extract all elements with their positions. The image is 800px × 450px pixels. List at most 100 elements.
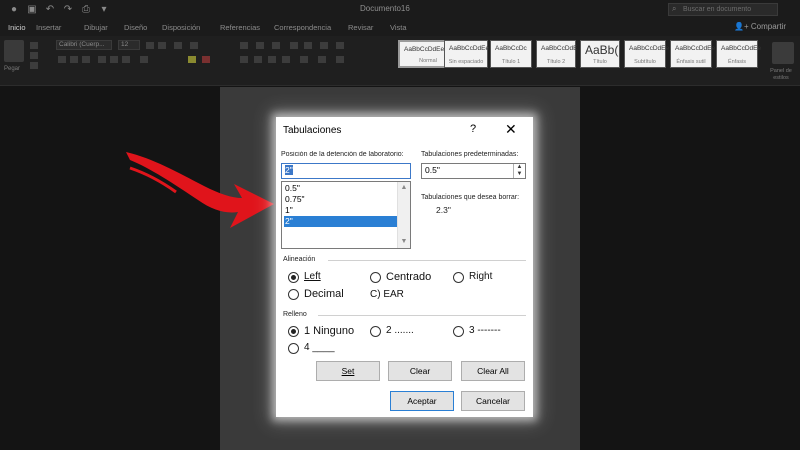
cancel-button[interactable]: Cancelar bbox=[461, 391, 525, 411]
tab-vista[interactable]: Vista bbox=[390, 23, 407, 32]
strikethrough-icon[interactable] bbox=[98, 56, 106, 63]
search-icon: ⌕ bbox=[672, 4, 677, 13]
align-right-label[interactable]: Right bbox=[469, 271, 492, 282]
leader-underline-radio[interactable] bbox=[288, 343, 299, 354]
chevron-down-icon[interactable]: ▼ bbox=[398, 236, 410, 248]
undo-icon[interactable]: ↶ bbox=[44, 4, 56, 15]
style-titulo-2[interactable]: AaBbCcDdE Título 2 bbox=[536, 40, 578, 68]
highlight-icon[interactable] bbox=[188, 56, 196, 63]
borders-icon[interactable] bbox=[336, 56, 344, 63]
numbering-icon[interactable] bbox=[256, 42, 264, 49]
align-bar-label[interactable]: C) EAR bbox=[370, 289, 404, 300]
leader-underline-label[interactable]: 4 ____ bbox=[304, 342, 335, 353]
list-item-selected[interactable]: 2" bbox=[284, 216, 398, 227]
bullets-icon[interactable] bbox=[240, 42, 248, 49]
tab-diseno[interactable]: Diseño bbox=[124, 23, 147, 32]
search-input[interactable]: ⌕ Buscar en documento bbox=[668, 3, 778, 16]
tab-referencias[interactable]: Referencias bbox=[220, 23, 260, 32]
share-button[interactable]: 👤+ Compartir bbox=[734, 22, 786, 31]
grow-font-icon[interactable] bbox=[146, 42, 154, 49]
set-button[interactable]: Set bbox=[316, 361, 380, 381]
style-titulo-1[interactable]: AaBbCcDc Título 1 bbox=[490, 40, 532, 68]
tab-stop-input[interactable]: 2" bbox=[281, 163, 411, 179]
tab-insertar[interactable]: Insertar bbox=[36, 23, 61, 32]
tab-dibujar[interactable]: Dibujar bbox=[84, 23, 108, 32]
chevron-up-icon[interactable]: ▲ bbox=[398, 182, 410, 194]
tab-disposicion[interactable]: Disposición bbox=[162, 23, 200, 32]
align-right-radio[interactable] bbox=[453, 272, 464, 283]
style-sin-espaciado[interactable]: AaBbCcDdEe Sin espaciado bbox=[444, 40, 489, 68]
align-center-icon[interactable] bbox=[254, 56, 262, 63]
style-titulo[interactable]: AaBb( Título bbox=[580, 40, 620, 68]
copy-icon[interactable] bbox=[30, 52, 38, 59]
leader-dashes-label[interactable]: 3 ------- bbox=[469, 325, 501, 336]
style-enfasis[interactable]: AaBbCcDdEe Énfasis bbox=[716, 40, 761, 68]
close-button[interactable]: ✕ bbox=[505, 121, 517, 138]
clear-format-icon[interactable] bbox=[190, 42, 198, 49]
leader-dots-radio[interactable] bbox=[370, 326, 381, 337]
leader-dots-label[interactable]: 2 ....... bbox=[386, 325, 414, 336]
leader-none-radio[interactable] bbox=[288, 326, 299, 337]
font-size-select[interactable]: 12 bbox=[118, 40, 140, 50]
shading-icon[interactable] bbox=[318, 56, 326, 63]
tabs-dialog: Tabulaciones ? ✕ Posición de la detenció… bbox=[276, 117, 533, 417]
change-case-icon[interactable] bbox=[174, 42, 182, 49]
red-arrow-annotation bbox=[126, 152, 274, 228]
save-icon[interactable]: ▣ bbox=[26, 4, 38, 15]
help-button[interactable]: ? bbox=[470, 123, 476, 135]
underline-icon[interactable] bbox=[82, 56, 90, 63]
print-icon[interactable]: ⎙ bbox=[80, 4, 92, 15]
tab-correspondencia[interactable]: Correspondencia bbox=[274, 23, 331, 32]
line-spacing-icon[interactable] bbox=[300, 56, 308, 63]
bold-icon[interactable] bbox=[58, 56, 66, 63]
tab-revisar[interactable]: Revisar bbox=[348, 23, 373, 32]
clear-all-button[interactable]: Clear All bbox=[461, 361, 525, 381]
align-center-radio[interactable] bbox=[370, 272, 381, 283]
align-left-label[interactable]: Left bbox=[304, 271, 321, 282]
leader-none-label[interactable]: 1 Ninguno bbox=[304, 325, 354, 337]
text-effects-icon[interactable] bbox=[140, 56, 148, 63]
autosave-icon[interactable]: ● bbox=[8, 4, 20, 15]
clear-button[interactable]: Clear bbox=[388, 361, 452, 381]
spinner-buttons[interactable]: ▲ ▼ bbox=[513, 164, 525, 178]
justify-icon[interactable] bbox=[282, 56, 290, 63]
align-left-icon[interactable] bbox=[240, 56, 248, 63]
italic-icon[interactable] bbox=[70, 56, 78, 63]
shrink-font-icon[interactable] bbox=[158, 42, 166, 49]
paragraph-marks-icon[interactable] bbox=[336, 42, 344, 49]
tab-stop-list[interactable]: 0.5" 0.75" 1" 2" ▲ ▼ bbox=[281, 181, 411, 249]
style-enfasis-sutil[interactable]: AaBbCcDdEe Énfasis sutil bbox=[670, 40, 715, 68]
search-placeholder: Buscar en documento bbox=[683, 6, 752, 13]
customize-icon[interactable]: ▾ bbox=[98, 4, 110, 15]
list-item[interactable]: 1" bbox=[284, 205, 398, 216]
redo-icon[interactable]: ↷ bbox=[62, 4, 74, 15]
spinner-down-icon[interactable]: ▼ bbox=[514, 171, 525, 178]
ok-button[interactable]: Aceptar bbox=[390, 391, 454, 411]
cut-icon[interactable] bbox=[30, 42, 38, 49]
styles-pane-icon[interactable] bbox=[772, 42, 794, 64]
list-scrollbar[interactable]: ▲ ▼ bbox=[397, 182, 410, 248]
format-painter-icon[interactable] bbox=[30, 62, 38, 69]
align-decimal-label[interactable]: Decimal bbox=[304, 288, 344, 300]
align-center-label[interactable]: Centrado bbox=[386, 271, 431, 283]
leader-dashes-radio[interactable] bbox=[453, 326, 464, 337]
superscript-icon[interactable] bbox=[122, 56, 130, 63]
list-item[interactable]: 0.5" bbox=[284, 183, 398, 194]
style-subtitulo[interactable]: AaBbCcDdEe Subtítulo bbox=[624, 40, 669, 68]
decrease-indent-icon[interactable] bbox=[290, 42, 298, 49]
tab-inicio[interactable]: Inicio bbox=[8, 23, 26, 32]
align-left-radio[interactable] bbox=[288, 272, 299, 283]
list-item[interactable]: 0.75" bbox=[284, 194, 398, 205]
spinner-up-icon[interactable]: ▲ bbox=[514, 164, 525, 171]
font-name-select[interactable]: Calibri (Cuerp... bbox=[56, 40, 112, 50]
subscript-icon[interactable] bbox=[110, 56, 118, 63]
font-color-icon[interactable] bbox=[202, 56, 210, 63]
style-name: Título bbox=[593, 59, 607, 65]
increase-indent-icon[interactable] bbox=[304, 42, 312, 49]
align-decimal-radio[interactable] bbox=[288, 289, 299, 300]
sort-icon[interactable] bbox=[320, 42, 328, 49]
default-tabs-spinner[interactable]: 0.5" ▲ ▼ bbox=[421, 163, 526, 179]
multilevel-list-icon[interactable] bbox=[272, 42, 280, 49]
align-right-icon[interactable] bbox=[268, 56, 276, 63]
paste-icon[interactable] bbox=[4, 40, 24, 62]
